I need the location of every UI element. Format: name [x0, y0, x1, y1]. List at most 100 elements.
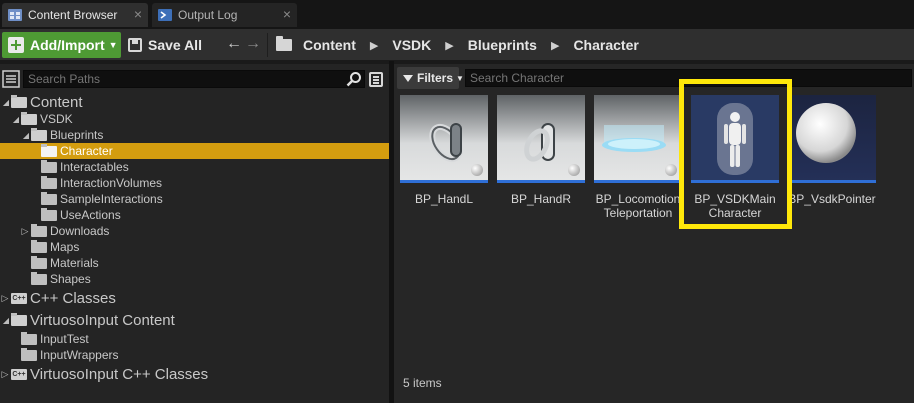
folder-icon [21, 112, 37, 125]
sources-toggle-icon[interactable] [2, 70, 20, 88]
folder-icon[interactable] [276, 36, 292, 51]
filters-label: Filters [417, 71, 454, 85]
tab-content-browser-label: Content Browser [28, 8, 118, 22]
asset-view: Filters ▼ BP_HandL BP_Hand [394, 64, 914, 403]
tree-item-label: Downloads [50, 224, 110, 238]
tree-item-label: Shapes [50, 272, 91, 286]
asset-type-bar [497, 180, 585, 183]
asset-tile-bp-handr[interactable]: BP_HandR [497, 95, 585, 206]
breadcrumb-item[interactable]: Blueprints [468, 37, 537, 53]
expanded-arrow-icon[interactable]: ◢ [2, 316, 10, 325]
folder-icon [41, 160, 57, 173]
asset-name: BP_HandR [510, 192, 572, 206]
tree-item-label: InputTest [40, 332, 89, 346]
chevron-down-icon: ▼ [108, 40, 118, 50]
search-icon[interactable] [346, 71, 362, 87]
tree-item-label: SampleInteractions [60, 192, 163, 206]
breadcrumb-item[interactable]: Character [573, 37, 638, 53]
tree-item-character[interactable]: Character [0, 143, 389, 159]
tree-item-label: Blueprints [50, 128, 104, 142]
forward-arrow-icon[interactable]: → [245, 35, 261, 53]
tree-item-maps[interactable]: Maps [0, 239, 389, 255]
tree-item-label: InteractionVolumes [60, 176, 163, 190]
tab-output-log[interactable]: Output Log × [152, 3, 297, 27]
tree-item-inputwrappers[interactable]: InputWrappers [0, 347, 389, 363]
tree-item-shapes[interactable]: Shapes [0, 271, 389, 287]
back-arrow-icon[interactable]: ← [226, 35, 242, 53]
chevron-right-icon[interactable]: ▶ [551, 39, 559, 52]
breadcrumb-item[interactable]: VSDK [392, 37, 431, 53]
tree-item-interactionvolumes[interactable]: InteractionVolumes [0, 175, 389, 191]
breadcrumb: Content ▶ VSDK ▶ Blueprints ▶ Character [276, 32, 639, 58]
search-paths-input[interactable] [23, 70, 365, 88]
folder-icon [41, 176, 57, 189]
tree-item-useactions[interactable]: UseActions [0, 207, 389, 223]
chevron-right-icon[interactable]: ▶ [370, 39, 378, 52]
output-log-icon [158, 9, 172, 21]
content-browser-icon [8, 9, 22, 21]
filters-button[interactable]: Filters ▼ [397, 67, 464, 89]
tree-item-virtuosoinput-content[interactable]: ◢ VirtuosoInput Content [0, 311, 389, 329]
save-all-label: Save All [148, 37, 202, 53]
tree-item-label: InputWrappers [40, 348, 119, 362]
close-tab-icon[interactable]: × [283, 7, 291, 21]
folder-icon [11, 313, 27, 326]
tree-item-content[interactable]: ◢ Content [0, 93, 389, 111]
add-import-button[interactable]: Add/Import ▼ [2, 32, 121, 58]
tree-item-blueprints[interactable]: ◢ Blueprints [0, 127, 389, 143]
tree-item-label: Character [60, 144, 113, 158]
asset-name: BP_VsdkPointer [788, 192, 876, 206]
path-search-bar [0, 67, 389, 89]
tree-item-cpp-classes[interactable]: ▷ C++ C++ Classes [0, 289, 389, 307]
save-all-button[interactable]: Save All [128, 32, 202, 58]
folder-icon [31, 128, 47, 141]
expanded-arrow-icon[interactable]: ◢ [22, 131, 30, 140]
asset-name: BP_HandL [414, 192, 474, 206]
asset-tile-bp-handl[interactable]: BP_HandL [400, 95, 488, 206]
collapsed-arrow-icon[interactable]: ▷ [21, 226, 29, 237]
tree-item-label: C++ Classes [30, 289, 116, 307]
tree-item-vsdk[interactable]: ◢ VSDK [0, 111, 389, 127]
tree-item-interactables[interactable]: Interactables [0, 159, 389, 175]
expanded-arrow-icon[interactable]: ◢ [2, 98, 10, 107]
folder-icon [21, 332, 37, 345]
tab-content-browser[interactable]: Content Browser × [2, 3, 148, 27]
asset-type-bar [788, 180, 876, 183]
asset-type-bar [594, 180, 682, 183]
asset-tile-bp-vsdkpointer[interactable]: BP_VsdkPointer [788, 95, 876, 206]
asset-thumbnail [594, 95, 682, 183]
tree-item-label: VSDK [40, 112, 73, 126]
filter-icon [403, 74, 413, 82]
cpp-folder-icon: C++ [11, 369, 27, 380]
tree-item-inputtest[interactable]: InputTest [0, 331, 389, 347]
collapsed-arrow-icon[interactable]: ▷ [1, 369, 9, 380]
tree-item-label: Interactables [60, 160, 129, 174]
breadcrumb-item[interactable]: Content [303, 37, 356, 53]
tree-item-materials[interactable]: Materials [0, 255, 389, 271]
tree-item-downloads[interactable]: ▷ Downloads [0, 223, 389, 239]
save-icon [128, 38, 142, 52]
folder-icon [41, 208, 57, 221]
view-options-icon[interactable] [369, 72, 383, 87]
asset-tile-bp-locomotion-teleportation[interactable]: BP_Locomotion Teleportation [594, 95, 682, 220]
folder-icon [31, 240, 47, 253]
tree-item-sampleinteractions[interactable]: SampleInteractions [0, 191, 389, 207]
add-icon [8, 37, 24, 53]
tree-item-label: Maps [50, 240, 80, 254]
tree-item-virtuosoinput-cpp-classes[interactable]: ▷ C++ VirtuosoInput C++ Classes [0, 365, 389, 383]
item-count-status: 5 items [403, 376, 442, 390]
asset-type-icon [665, 164, 677, 176]
highlight-box [679, 79, 792, 229]
sources-panel: ◢ Content ◢ VSDK ◢ Blueprints Character … [0, 64, 389, 403]
close-tab-icon[interactable]: × [134, 7, 142, 21]
asset-type-bar [400, 180, 488, 183]
expanded-arrow-icon[interactable]: ◢ [12, 115, 20, 124]
folder-icon [31, 272, 47, 285]
asset-type-icon [568, 164, 580, 176]
add-import-label: Add/Import [30, 37, 105, 53]
chevron-down-icon: ▼ [456, 73, 464, 83]
chevron-right-icon[interactable]: ▶ [445, 39, 453, 52]
tree-item-label: Materials [50, 256, 99, 270]
asset-type-icon [471, 164, 483, 176]
collapsed-arrow-icon[interactable]: ▷ [1, 293, 9, 304]
